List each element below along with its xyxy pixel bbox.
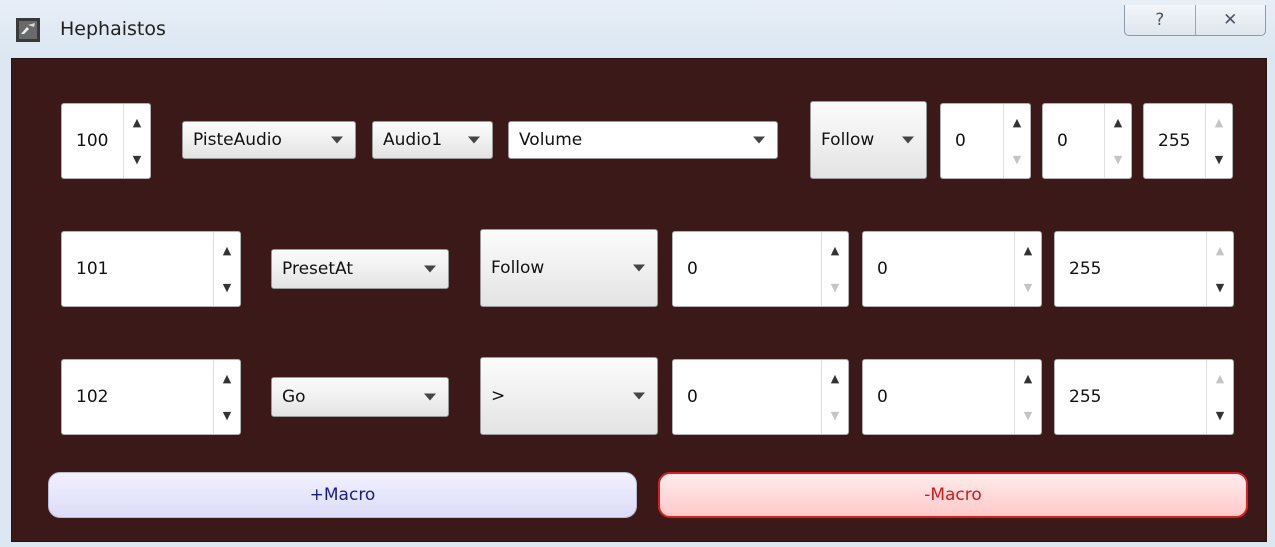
row2-mode-value: Follow — [491, 258, 545, 278]
chevron-down-icon — [633, 264, 645, 272]
arrow-down-icon[interactable]: ▼ — [822, 397, 848, 434]
row1-index-spinbox[interactable]: 100 ▲ ▼ — [61, 103, 151, 179]
row1-index-value: 100 — [76, 131, 109, 151]
arrow-down-icon[interactable]: ▼ — [124, 141, 150, 178]
arrow-up-icon[interactable]: ▲ — [214, 232, 240, 269]
row3-value3-arrows: ▲ ▼ — [1206, 360, 1233, 434]
chevron-down-icon — [424, 393, 436, 401]
arrow-up-icon[interactable]: ▲ — [822, 232, 848, 269]
chevron-down-icon — [902, 136, 914, 144]
row1-target-combo[interactable]: Audio1 — [372, 121, 493, 159]
row2-source-combo[interactable]: PresetAt — [271, 249, 449, 289]
row3-value3: 255 — [1069, 387, 1102, 407]
row3-value1-arrows: ▲ ▼ — [821, 360, 848, 434]
row1-target-value: Audio1 — [383, 130, 443, 150]
row1-value1-arrows: ▲ ▼ — [1003, 104, 1030, 178]
remove-macro-button[interactable]: -Macro — [658, 472, 1248, 518]
title-bar[interactable]: Hephaistos ? ✕ — [0, 0, 1275, 58]
chevron-down-icon — [331, 136, 343, 144]
row3-mode-combo[interactable]: > — [480, 357, 658, 435]
arrow-down-icon[interactable]: ▼ — [1207, 269, 1233, 306]
row2-source-value: PresetAt — [282, 259, 354, 279]
add-macro-label: +Macro — [309, 485, 376, 505]
arrow-up-icon[interactable]: ▲ — [1206, 104, 1232, 141]
arrow-down-icon[interactable]: ▼ — [1004, 141, 1030, 178]
add-macro-button[interactable]: +Macro — [48, 472, 637, 518]
macro-panel: 100 ▲ ▼ PisteAudio Audio1 Volume Follow … — [11, 58, 1267, 542]
arrow-down-icon[interactable]: ▼ — [214, 269, 240, 306]
row1-source-value: PisteAudio — [193, 130, 282, 150]
arrow-up-icon[interactable]: ▲ — [124, 104, 150, 141]
row2-index-spinbox[interactable]: 101 ▲ ▼ — [61, 231, 241, 307]
row2-index-arrows: ▲ ▼ — [213, 232, 240, 306]
row1-mode-combo[interactable]: Follow — [810, 101, 927, 179]
row3-index-value: 102 — [76, 387, 109, 407]
close-icon: ✕ — [1223, 10, 1238, 30]
row2-index-value: 101 — [76, 259, 109, 279]
row1-value2-spinbox[interactable]: 0 ▲ ▼ — [1042, 103, 1132, 179]
arrow-down-icon[interactable]: ▼ — [1207, 397, 1233, 434]
chevron-down-icon — [424, 265, 436, 273]
arrow-up-icon[interactable]: ▲ — [214, 360, 240, 397]
arrow-down-icon[interactable]: ▼ — [1015, 397, 1041, 434]
row2-value3-spinbox[interactable]: 255 ▲ ▼ — [1054, 231, 1234, 307]
row2-value2-arrows: ▲ ▼ — [1014, 232, 1041, 306]
row2-value3-arrows: ▲ ▼ — [1206, 232, 1233, 306]
arrow-down-icon[interactable]: ▼ — [1015, 269, 1041, 306]
row1-value1-spinbox[interactable]: 0 ▲ ▼ — [940, 103, 1031, 179]
row2-mode-combo[interactable]: Follow — [480, 229, 658, 307]
window-title: Hephaistos — [60, 18, 166, 40]
row3-value2-arrows: ▲ ▼ — [1014, 360, 1041, 434]
row3-source-combo[interactable]: Go — [271, 377, 449, 417]
chevron-down-icon — [753, 136, 765, 144]
row1-value3-arrows: ▲ ▼ — [1205, 104, 1232, 178]
app-window: Hephaistos ? ✕ 100 ▲ ▼ PisteAudio Audio1 — [0, 0, 1275, 547]
row2-value1-spinbox[interactable]: 0 ▲ ▼ — [672, 231, 849, 307]
close-button[interactable]: ✕ — [1194, 5, 1266, 35]
arrow-down-icon[interactable]: ▼ — [214, 397, 240, 434]
arrow-up-icon[interactable]: ▲ — [1207, 232, 1233, 269]
anvil-icon — [16, 18, 40, 42]
row2-value2: 0 — [877, 259, 888, 279]
window-controls: ? ✕ — [1124, 5, 1266, 36]
row1-value2-arrows: ▲ ▼ — [1104, 104, 1131, 178]
row1-source-combo[interactable]: PisteAudio — [182, 121, 356, 159]
row2-value1: 0 — [687, 259, 698, 279]
arrow-down-icon[interactable]: ▼ — [1206, 141, 1232, 178]
row2-value2-spinbox[interactable]: 0 ▲ ▼ — [862, 231, 1042, 307]
row1-value2: 0 — [1057, 131, 1068, 151]
row3-source-value: Go — [282, 387, 306, 407]
row3-index-arrows: ▲ ▼ — [213, 360, 240, 434]
row3-mode-value: > — [491, 386, 506, 406]
chevron-down-icon — [468, 136, 480, 144]
row3-value1: 0 — [687, 387, 698, 407]
arrow-up-icon[interactable]: ▲ — [1015, 232, 1041, 269]
arrow-down-icon[interactable]: ▼ — [1105, 141, 1131, 178]
row1-value3: 255 — [1158, 131, 1191, 151]
row1-param-combo[interactable]: Volume — [508, 121, 778, 159]
arrow-up-icon[interactable]: ▲ — [822, 360, 848, 397]
row3-value1-spinbox[interactable]: 0 ▲ ▼ — [672, 359, 849, 435]
row3-value2: 0 — [877, 387, 888, 407]
row1-mode-value: Follow — [821, 130, 875, 150]
arrow-up-icon[interactable]: ▲ — [1105, 104, 1131, 141]
row1-value3-spinbox[interactable]: 255 ▲ ▼ — [1143, 103, 1233, 179]
arrow-down-icon[interactable]: ▼ — [822, 269, 848, 306]
row2-value3: 255 — [1069, 259, 1102, 279]
remove-macro-label: -Macro — [924, 485, 982, 505]
help-icon: ? — [1155, 10, 1165, 30]
row1-index-arrows: ▲ ▼ — [123, 104, 150, 178]
row3-value2-spinbox[interactable]: 0 ▲ ▼ — [862, 359, 1042, 435]
arrow-up-icon[interactable]: ▲ — [1004, 104, 1030, 141]
row1-value1: 0 — [955, 131, 966, 151]
arrow-up-icon[interactable]: ▲ — [1015, 360, 1041, 397]
row3-value3-spinbox[interactable]: 255 ▲ ▼ — [1054, 359, 1234, 435]
arrow-up-icon[interactable]: ▲ — [1207, 360, 1233, 397]
chevron-down-icon — [633, 392, 645, 400]
row1-param-value: Volume — [519, 130, 583, 150]
row3-index-spinbox[interactable]: 102 ▲ ▼ — [61, 359, 241, 435]
row2-value1-arrows: ▲ ▼ — [821, 232, 848, 306]
help-button[interactable]: ? — [1125, 5, 1195, 35]
